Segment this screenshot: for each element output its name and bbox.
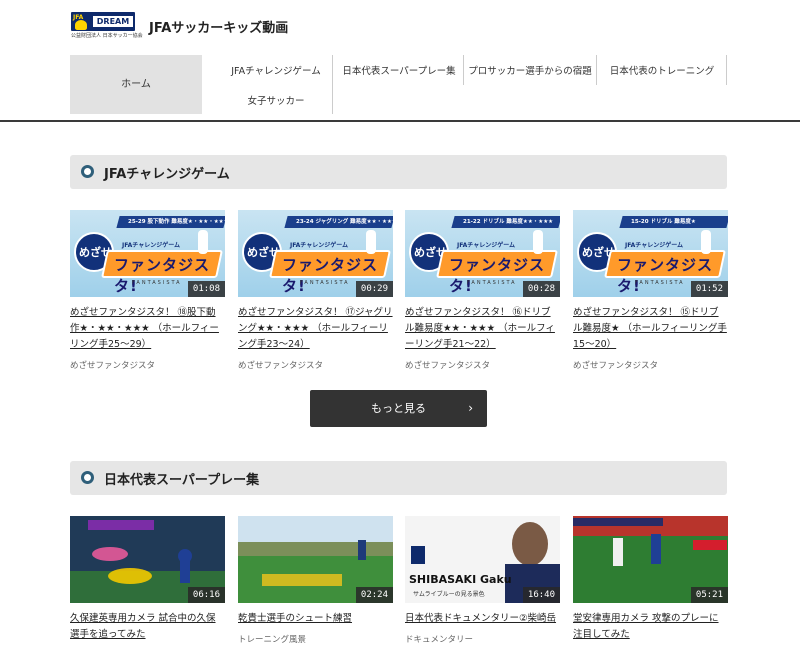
video-category: めざせファンタジスタ bbox=[70, 361, 156, 371]
nav-divider bbox=[596, 55, 597, 85]
thumb-english-text: FANTASISTA bbox=[635, 280, 685, 286]
nav-item-women[interactable]: 女子サッカー bbox=[216, 93, 336, 107]
nav-item-home[interactable]: ホーム bbox=[70, 55, 202, 114]
video-title-link[interactable]: めざせファンタジスタ！ ⑯ドリブル難易度★★・★★★ （ホールフィーリング手21… bbox=[405, 305, 560, 353]
video-thumbnail[interactable]: 05:21 bbox=[573, 516, 728, 603]
player-figure-icon bbox=[366, 230, 376, 254]
video-category: トレーニング風景 bbox=[238, 635, 307, 645]
video-thumbnail[interactable]: 21-22 ドリブル 難易度★★・★★★ めざせ JFAチャレンジゲーム ファン… bbox=[405, 210, 560, 297]
nav-divider bbox=[726, 55, 727, 85]
nav-item-challenge[interactable]: JFAチャレンジゲーム bbox=[216, 63, 336, 77]
player-figure-icon bbox=[198, 230, 208, 254]
video-thumbnail[interactable]: 25-29 股下動作 難易度★・★★・★★★ めざせ JFAチャレンジゲーム フ… bbox=[70, 210, 225, 297]
thumb-subtitle: JFAチャレンジゲーム bbox=[457, 242, 516, 249]
video-duration: 00:28 bbox=[522, 281, 560, 297]
section-heading-challenge: JFAチャレンジゲーム bbox=[70, 155, 727, 189]
thumb-subtitle: JFAチャレンジゲーム bbox=[290, 242, 349, 249]
video-duration: 05:21 bbox=[690, 587, 728, 603]
video-card[interactable]: 23-24 ジャグリング 難易度★★・★★★ めざせ JFAチャレンジゲーム フ… bbox=[238, 210, 393, 371]
thumb-banner-text: 21-22 ドリブル 難易度★★・★★★ bbox=[463, 219, 554, 225]
video-title-link[interactable]: めざせファンタジスタ！ ⑱股下動作★・★★・★★★ （ホールフィーリング手25〜… bbox=[70, 305, 225, 353]
site-title[interactable]: JFAサッカーキッズ動画 bbox=[149, 17, 288, 36]
section-heading-superplay: 日本代表スーパープレー集 bbox=[70, 461, 727, 495]
video-card[interactable]: 25-29 股下動作 難易度★・★★・★★★ めざせ JFAチャレンジゲーム フ… bbox=[70, 210, 225, 371]
video-duration: 00:29 bbox=[355, 281, 393, 297]
video-title-link[interactable]: 乾貴士選手のシュート練習 bbox=[238, 611, 393, 627]
video-duration: 06:16 bbox=[187, 587, 225, 603]
thumb-overlay-subtext: サムライブルーの見る景色 bbox=[413, 591, 485, 598]
video-thumbnail[interactable]: SHIBASAKI Gaku サムライブルーの見る景色 16:40 bbox=[405, 516, 560, 603]
video-duration: 01:52 bbox=[690, 281, 728, 297]
logo-subtitle: 公益財団法人 日本サッカー協会 bbox=[71, 33, 143, 39]
video-card[interactable]: SHIBASAKI Gaku サムライブルーの見る景色 16:40 日本代表ドキ… bbox=[405, 516, 560, 645]
video-category: めざせファンタジスタ bbox=[405, 361, 491, 371]
video-title-link[interactable]: 堂安律専用カメラ 攻撃のプレーに注目してみた bbox=[573, 611, 728, 643]
video-title-link[interactable]: めざせファンタジスタ！ ⑮ドリブル難易度★ （ホールフィーリング手15〜20） bbox=[573, 305, 728, 353]
more-button-label: もっと見る bbox=[371, 402, 426, 415]
player-figure-icon bbox=[533, 230, 543, 254]
video-thumbnail[interactable]: 02:24 bbox=[238, 516, 393, 603]
video-card[interactable]: 21-22 ドリブル 難易度★★・★★★ めざせ JFAチャレンジゲーム ファン… bbox=[405, 210, 560, 371]
thumb-banner-text: 15-20 ドリブル 難易度★ bbox=[631, 219, 696, 225]
logo-dream-text: DREAM bbox=[93, 16, 133, 27]
nav-divider bbox=[332, 55, 333, 114]
video-category: めざせファンタジスタ bbox=[238, 361, 324, 371]
video-title-link[interactable]: めざせファンタジスタ！ ⑰ジャグリング★★・★★★ （ホールフィーリング手23〜… bbox=[238, 305, 393, 353]
video-thumbnail[interactable]: 15-20 ドリブル 難易度★ めざせ JFAチャレンジゲーム ファンタジスタ!… bbox=[573, 210, 728, 297]
video-card[interactable]: 15-20 ドリブル 難易度★ めざせ JFAチャレンジゲーム ファンタジスタ!… bbox=[573, 210, 728, 371]
player-figure-icon bbox=[701, 230, 711, 254]
section-bullet-icon bbox=[81, 165, 94, 178]
video-card[interactable]: 06:16 久保建英専用カメラ 試合中の久保選手を追ってみた bbox=[70, 516, 225, 643]
jfa-dream-logo[interactable]: JFA DREAM 公益財団法人 日本サッカー協会 bbox=[71, 12, 143, 42]
nav-item-training[interactable]: 日本代表のトレーニング bbox=[598, 63, 726, 77]
section-bullet-icon bbox=[81, 471, 94, 484]
video-card[interactable]: 02:24 乾貴士選手のシュート練習 トレーニング風景 bbox=[238, 516, 393, 645]
nav-item-superplay[interactable]: 日本代表スーパープレー集 bbox=[336, 63, 462, 77]
video-duration: 16:40 bbox=[522, 587, 560, 603]
video-thumbnail[interactable]: 06:16 bbox=[70, 516, 225, 603]
video-title-link[interactable]: 久保建英専用カメラ 試合中の久保選手を追ってみた bbox=[70, 611, 225, 643]
main-nav: ホーム JFAチャレンジゲーム 女子サッカー 日本代表スーパープレー集 プロサッ… bbox=[70, 55, 730, 115]
more-button[interactable]: もっと見る › bbox=[310, 390, 487, 427]
video-duration: 01:08 bbox=[187, 281, 225, 297]
nav-divider bbox=[463, 55, 464, 85]
thumb-english-text: FANTASISTA bbox=[300, 280, 350, 286]
video-category: ドキュメンタリー bbox=[405, 635, 474, 645]
section-title: 日本代表スーパープレー集 bbox=[104, 473, 260, 488]
video-category: めざせファンタジスタ bbox=[573, 361, 659, 371]
thumb-banner-text: 25-29 股下動作 難易度★・★★・★★★ bbox=[128, 219, 225, 225]
section-title: JFAチャレンジゲーム bbox=[104, 167, 230, 182]
chevron-right-icon: › bbox=[468, 401, 473, 415]
video-title-link[interactable]: 日本代表ドキュメンタリー②柴崎岳 bbox=[405, 611, 560, 627]
thumb-banner-text: 23-24 ジャグリング 難易度★★・★★★ bbox=[296, 219, 393, 225]
thumb-overlay-text: SHIBASAKI Gaku bbox=[409, 573, 512, 586]
nav-item-prolessons[interactable]: プロサッカー選手からの宿題 bbox=[466, 63, 594, 77]
yatagarasu-icon bbox=[75, 20, 87, 30]
thumb-english-text: FANTASISTA bbox=[467, 280, 517, 286]
video-duration: 02:24 bbox=[355, 587, 393, 603]
video-card[interactable]: 05:21 堂安律専用カメラ 攻撃のプレーに注目してみた bbox=[573, 516, 728, 643]
thumb-english-text: FANTASISTA bbox=[132, 280, 182, 286]
video-thumbnail[interactable]: 23-24 ジャグリング 難易度★★・★★★ めざせ JFAチャレンジゲーム フ… bbox=[238, 210, 393, 297]
thumb-subtitle: JFAチャレンジゲーム bbox=[122, 242, 181, 249]
site-header: JFA DREAM 公益財団法人 日本サッカー協会 JFAサッカーキッズ動画 ホ… bbox=[0, 0, 800, 122]
thumb-subtitle: JFAチャレンジゲーム bbox=[625, 242, 684, 249]
